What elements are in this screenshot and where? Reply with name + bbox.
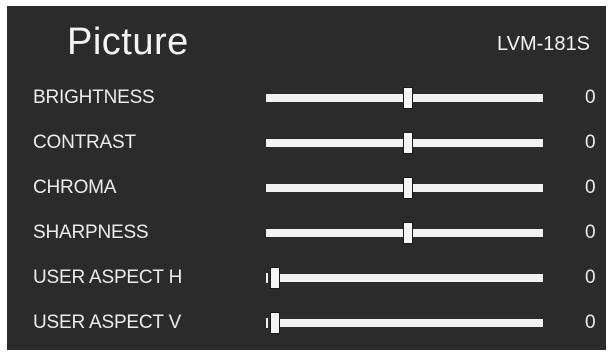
slider-track <box>272 319 543 327</box>
setting-row-contrast[interactable]: CONTRAST 0 <box>7 121 606 165</box>
brightness-slider[interactable] <box>266 87 543 109</box>
slider-thumb[interactable] <box>402 87 413 109</box>
setting-value: 0 <box>585 267 596 288</box>
setting-row-user-aspect-h[interactable]: USER ASPECT H 0 <box>7 256 606 300</box>
menu-title: Picture <box>67 21 189 63</box>
setting-label: USER ASPECT H <box>33 267 183 288</box>
slider-thumb[interactable] <box>270 267 280 289</box>
setting-value: 0 <box>585 312 596 333</box>
slider-thumb[interactable] <box>402 177 413 199</box>
setting-value: 0 <box>585 87 596 108</box>
model-name: LVM-181S <box>496 33 590 55</box>
setting-label: CONTRAST <box>33 132 136 153</box>
slider-thumb[interactable] <box>270 312 280 334</box>
setting-label: USER ASPECT V <box>33 312 182 333</box>
slider-start-marker <box>266 273 268 283</box>
setting-row-user-aspect-v[interactable]: USER ASPECT V 0 <box>7 301 606 345</box>
slider-track <box>272 274 543 282</box>
setting-value: 0 <box>585 222 596 243</box>
setting-row-sharpness[interactable]: SHARPNESS 0 <box>7 211 606 255</box>
setting-row-brightness[interactable]: BRIGHTNESS 0 <box>7 76 606 120</box>
user-aspect-v-slider[interactable] <box>266 312 543 334</box>
setting-label: CHROMA <box>33 177 117 198</box>
setting-label: BRIGHTNESS <box>33 87 155 108</box>
slider-thumb[interactable] <box>402 132 413 154</box>
osd-menu-screen: Picture LVM-181S BRIGHTNESS 0 CONTRAST 0… <box>7 6 606 350</box>
setting-value: 0 <box>585 177 596 198</box>
setting-value: 0 <box>585 132 596 153</box>
sharpness-slider[interactable] <box>266 222 543 244</box>
setting-row-chroma[interactable]: CHROMA 0 <box>7 166 606 210</box>
user-aspect-h-slider[interactable] <box>266 267 543 289</box>
setting-label: SHARPNESS <box>33 222 149 243</box>
slider-start-marker <box>266 318 268 328</box>
slider-thumb[interactable] <box>402 222 413 244</box>
contrast-slider[interactable] <box>266 132 543 154</box>
chroma-slider[interactable] <box>266 177 543 199</box>
